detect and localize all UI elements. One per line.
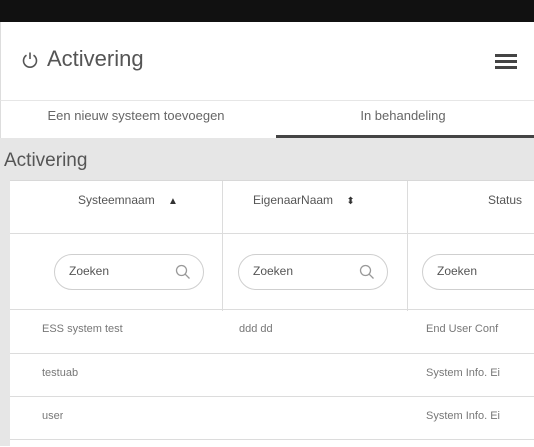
hamburger-menu-icon[interactable] [495, 54, 517, 70]
search-systeemnaam [54, 254, 204, 290]
row-divider [10, 309, 534, 310]
sort-asc-icon: ▲ [168, 196, 178, 207]
column-divider [407, 181, 408, 311]
table-cell[interactable]: ESS system test [42, 323, 123, 335]
search-icon[interactable] [359, 264, 375, 280]
column-header-systeemnaam[interactable]: Systeemnaam ▲ [78, 193, 178, 213]
power-icon[interactable] [21, 51, 39, 69]
tab-in-progress[interactable]: In behandeling [271, 101, 534, 139]
column-header-label: Status [488, 193, 523, 207]
column-divider [222, 181, 223, 311]
search-input[interactable] [253, 264, 349, 278]
search-eigenaarnaam [238, 254, 388, 290]
row-divider [10, 233, 534, 234]
row-divider [10, 439, 534, 440]
page-title: Activering [47, 46, 144, 71]
row-divider [10, 396, 534, 397]
row-divider [10, 353, 534, 354]
search-input[interactable] [437, 264, 533, 278]
column-header-label: Systeemnaam [78, 193, 155, 207]
sort-both-icon: ⬍ [346, 196, 355, 207]
top-bar [0, 0, 534, 22]
tab-add-system[interactable]: Een nieuw systeem toevoegen [1, 101, 271, 139]
section-title: Activering [4, 150, 88, 171]
table-cell[interactable]: user [42, 410, 63, 422]
app-header: Activering [0, 22, 534, 100]
column-header-status[interactable]: Status [488, 193, 522, 213]
table-cell: End User Conf [426, 323, 499, 335]
table-cell[interactable]: testuab [42, 367, 78, 379]
column-header-eigenaarnaam[interactable]: EigenaarNaam ⬍ [253, 193, 355, 213]
column-header-label: EigenaarNaam [253, 193, 334, 207]
data-table: Systeemnaam ▲ EigenaarNaam ⬍ Status Zoek… [10, 180, 534, 447]
table-cell: ddd dd [239, 323, 273, 335]
search-input[interactable] [69, 264, 165, 278]
search-icon[interactable] [175, 264, 191, 280]
search-status [422, 254, 534, 290]
tab-bar: Een nieuw systeem toevoegen In behandeli… [0, 100, 534, 138]
main-content: Activering Systeemnaam ▲ EigenaarNaam ⬍ … [0, 138, 534, 447]
table-cell: System Info. Ei [426, 367, 500, 379]
table-cell: System Info. Ei [426, 410, 500, 422]
